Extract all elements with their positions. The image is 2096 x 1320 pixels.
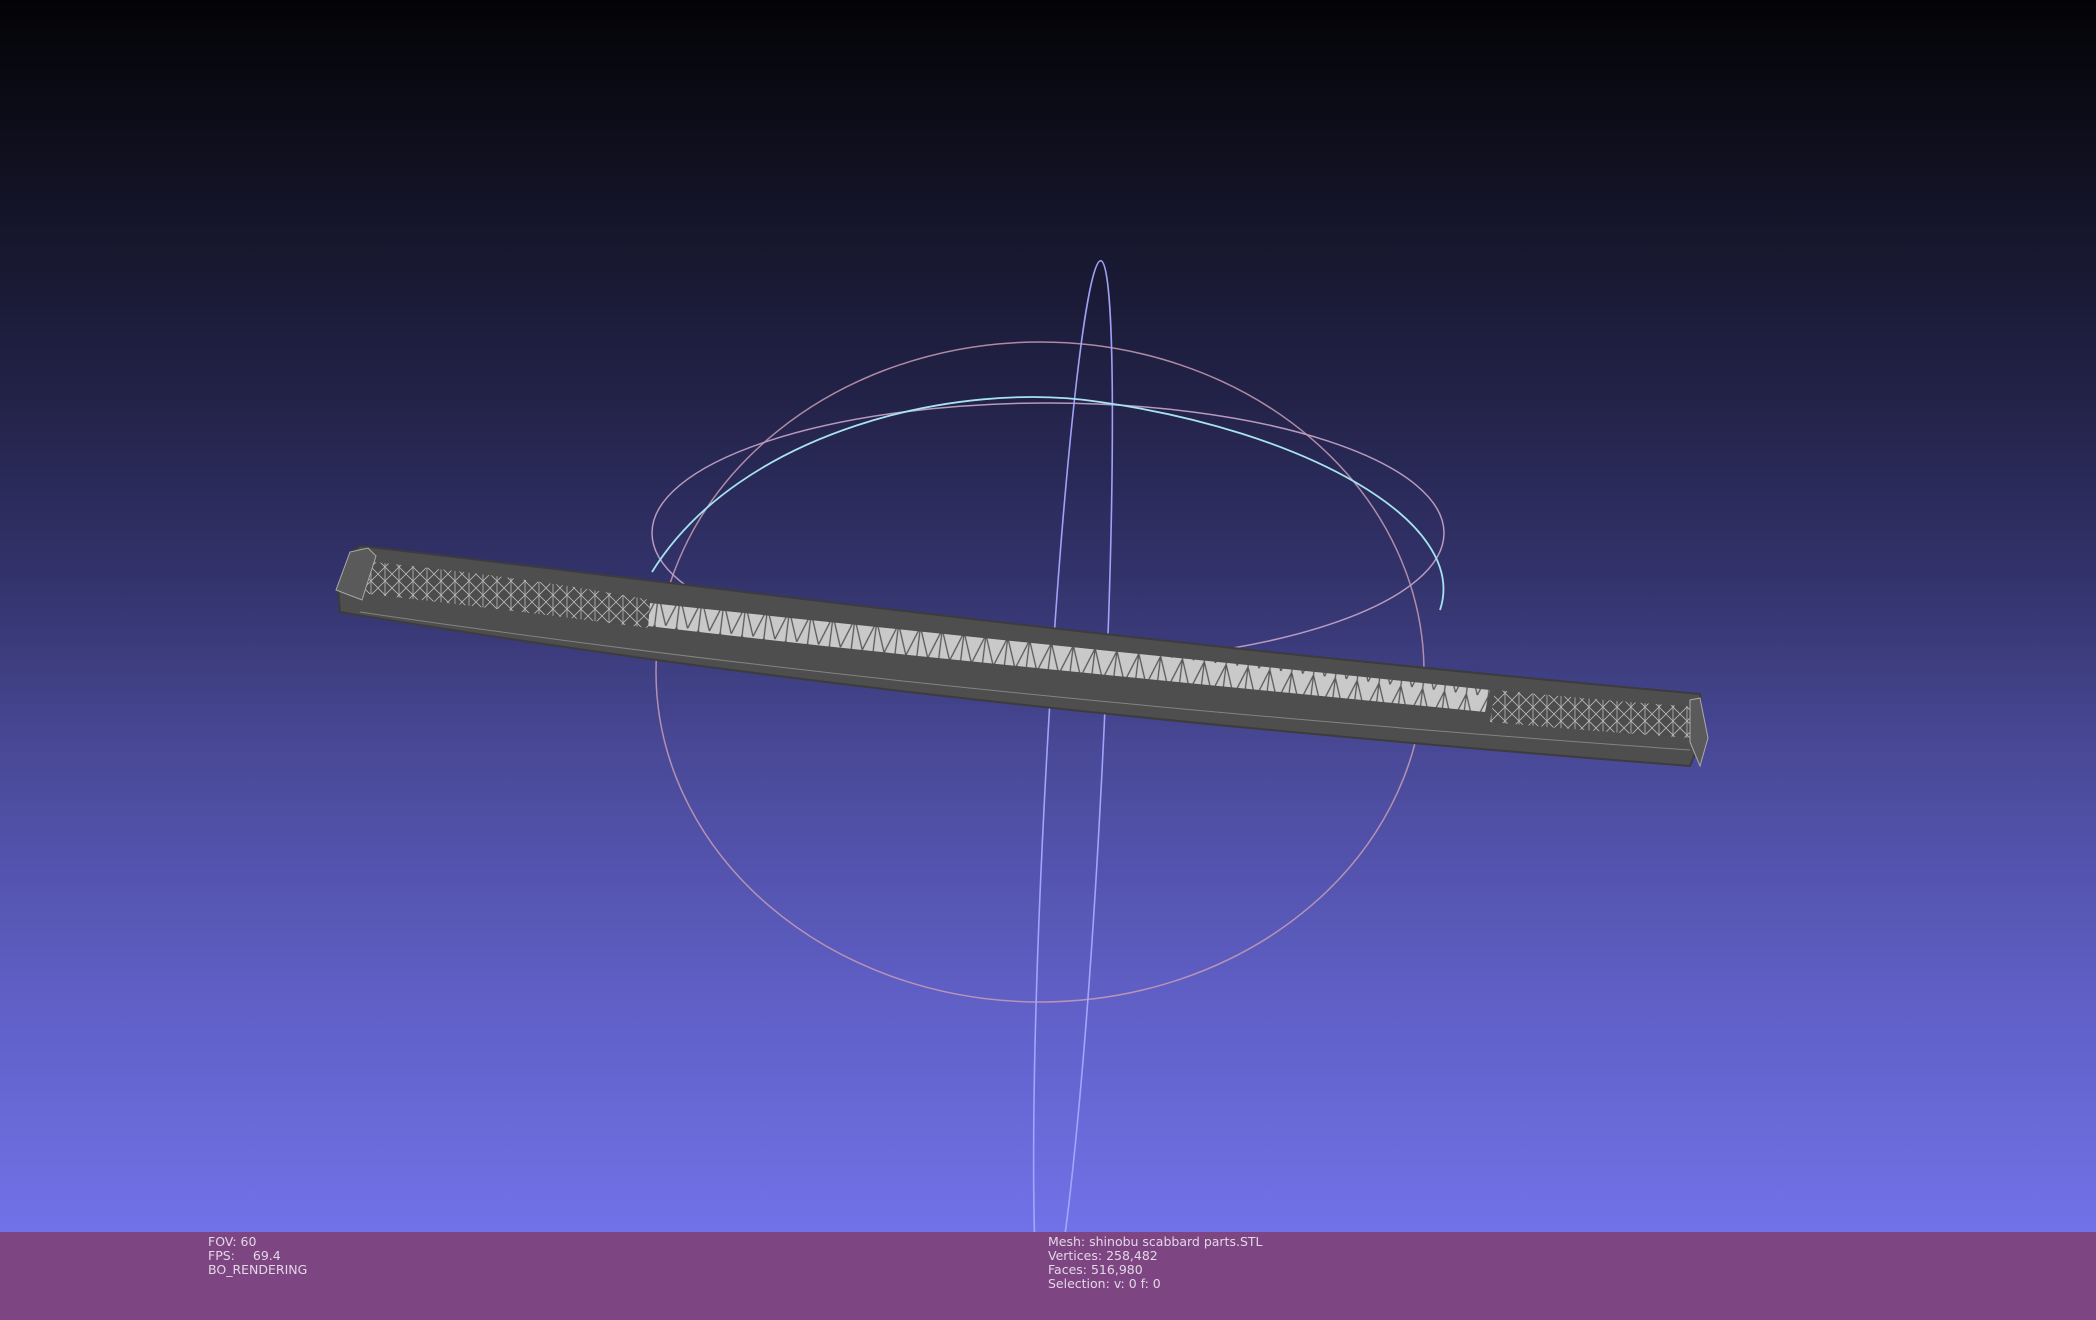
scabbard-mesh[interactable] [335, 544, 1709, 768]
3d-viewport[interactable] [0, 0, 2096, 1232]
selection-count: v: 0 f: 0 [1113, 1276, 1161, 1291]
mesh-info: Mesh: shinobu scabbard parts.STL Vertice… [1048, 1235, 1262, 1291]
trackball-gizmo[interactable] [651, 259, 1445, 1232]
selection-readout: Selection: v: 0 f: 0 [1048, 1276, 1161, 1291]
trackball-ring-highlight [651, 396, 1445, 611]
vertices-readout: Vertices: 258,482 [1048, 1248, 1158, 1263]
vertices-count: 258,482 [1106, 1248, 1158, 1263]
faces-readout: Faces: 516,980 [1048, 1262, 1143, 1277]
render-info: FOV: 60 FPS: 69.4 BO_RENDERING [208, 1235, 307, 1277]
status-bar: FOV: 60 FPS: 69.4 BO_RENDERING Mesh: shin… [0, 1232, 2096, 1320]
faces-count: 516,980 [1090, 1262, 1143, 1277]
render-mode: BO_RENDERING [208, 1262, 308, 1277]
trackball-ring-vertical [1032, 259, 1114, 1232]
fps-value: 69.4 [252, 1248, 281, 1263]
mesh-name: shinobu scabbard parts.STL [1089, 1234, 1263, 1249]
fov-value: 60 [240, 1234, 257, 1249]
scene-canvas[interactable] [0, 0, 2096, 1232]
mesh-name-readout: Mesh: shinobu scabbard parts.STL [1048, 1234, 1263, 1249]
fov-readout: FOV: 60 [208, 1234, 257, 1249]
fps-readout: FPS: 69.4 [208, 1248, 281, 1263]
